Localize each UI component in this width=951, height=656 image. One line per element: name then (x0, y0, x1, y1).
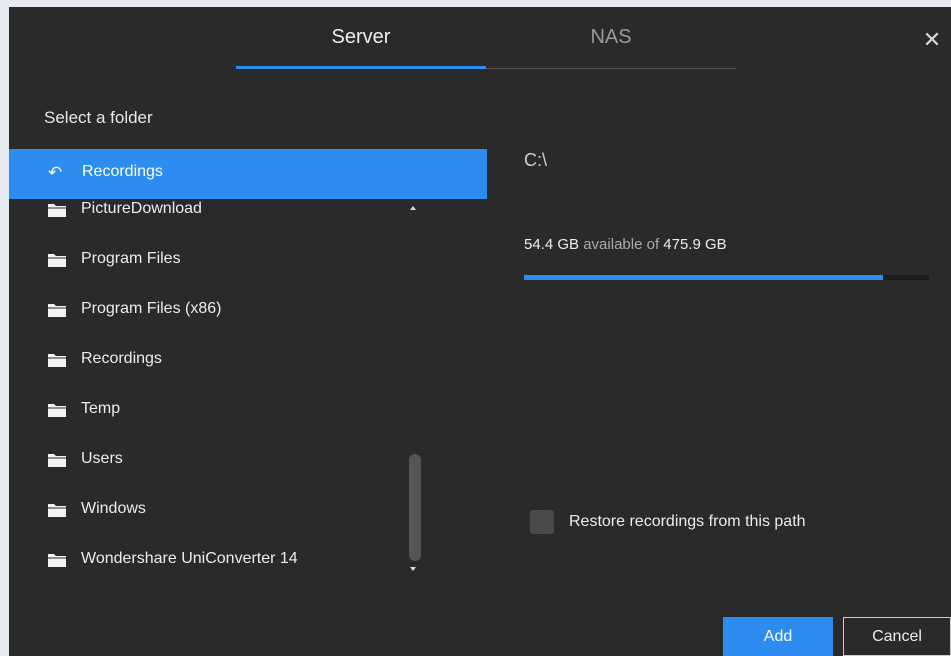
folder-label: Windows (81, 500, 146, 517)
scroll-up-arrow-icon[interactable] (410, 206, 416, 210)
storage-available: 54.4 GB (524, 236, 580, 253)
tab-server[interactable]: Server (236, 7, 486, 69)
folder-icon (48, 204, 66, 217)
folder-label: Program Files (x86) (81, 300, 222, 317)
folder-label: PictureDownload (81, 200, 202, 217)
folder-item-recordings[interactable]: Recordings (9, 335, 409, 385)
cancel-button[interactable]: Cancel (843, 617, 951, 656)
tab-nas[interactable]: NAS (486, 7, 736, 69)
folder-icon (48, 254, 66, 267)
folder-item-temp[interactable]: Temp (9, 385, 409, 435)
folder-icon (48, 454, 66, 467)
folder-label: Users (81, 450, 123, 467)
folder-item-wondershare[interactable]: Wondershare UniConverter 14 (9, 535, 409, 585)
storage-total: 475.9 GB (663, 236, 727, 253)
scroll-down-arrow-icon[interactable] (410, 567, 416, 571)
drive-path: C:\ (524, 150, 548, 170)
back-arrow-icon[interactable]: ↶ (48, 163, 62, 183)
storage-available-of: available of (583, 236, 660, 253)
restore-checkbox[interactable] (530, 510, 554, 534)
folder-item-users[interactable]: Users (9, 435, 409, 485)
storage-usage-fill (524, 275, 883, 280)
folder-icon (48, 504, 66, 517)
folder-icon (48, 554, 66, 567)
scrollbar-thumb[interactable] (409, 454, 421, 561)
folder-icon (48, 304, 66, 317)
close-icon[interactable]: ✕ (921, 29, 943, 51)
tab-bar: Server NAS (236, 7, 736, 69)
folder-label: Program Files (81, 250, 181, 267)
folder-item-program-files[interactable]: Program Files (9, 235, 409, 285)
current-folder-label: Recordings (82, 163, 163, 180)
folder-item-program-files-x86[interactable]: Program Files (x86) (9, 285, 409, 335)
folder-item-windows[interactable]: Windows (9, 485, 409, 535)
current-folder-row[interactable]: ↶ Recordings (9, 149, 487, 199)
folder-label: Temp (81, 400, 121, 417)
storage-usage-bar (524, 275, 929, 280)
restore-label: Restore recordings from this path (569, 513, 806, 530)
folder-icon (48, 404, 66, 417)
storage-dialog: Server NAS ✕ Select a folder ↶ Recording… (9, 7, 951, 656)
folder-icon (48, 354, 66, 367)
folder-label: Recordings (81, 350, 162, 367)
add-button[interactable]: Add (723, 617, 833, 656)
select-folder-label: Select a folder (44, 108, 153, 127)
storage-info: 54.4 GB available of 475.9 GB (524, 236, 727, 253)
folder-label: Wondershare UniConverter 14 (81, 550, 298, 567)
